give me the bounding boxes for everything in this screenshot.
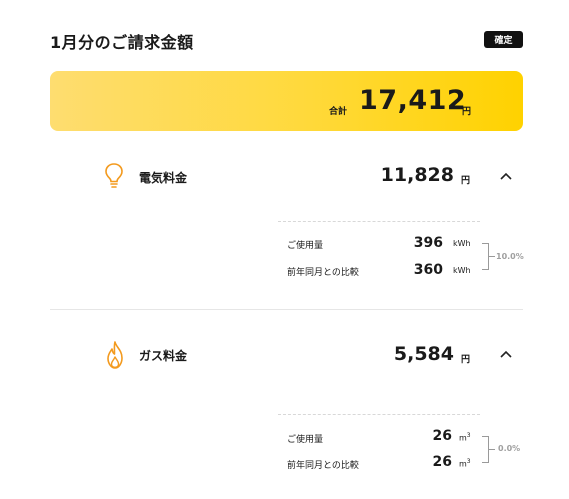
gas-title: ガス料金 <box>139 349 188 363</box>
total-banner: 合計 17,412 円 <box>50 71 523 131</box>
section-divider <box>50 309 523 310</box>
electricity-usage-unit: kWh <box>453 239 471 248</box>
electricity-prev-unit: kWh <box>453 266 471 275</box>
electricity-usage-value: 396 <box>413 235 443 251</box>
gas-compare-bracket <box>482 436 489 463</box>
electricity-amount-unit: 円 <box>461 176 471 186</box>
lightbulb-icon <box>104 162 124 194</box>
gas-usage-value: 26 <box>432 428 452 444</box>
total-unit: 円 <box>462 107 472 117</box>
chevron-up-icon <box>500 172 512 180</box>
gas-prev-label: 前年同月との比較 <box>287 461 359 471</box>
total-label: 合計 <box>329 107 348 117</box>
electricity-amount: 11,828 <box>380 164 454 186</box>
page-title: 1月分のご請求金額 <box>50 33 194 52</box>
electricity-detail-divider <box>278 221 480 222</box>
gas-usage-unit: m3 <box>459 432 471 443</box>
electricity-prev-label: 前年同月との比較 <box>287 268 359 278</box>
gas-change-percent: 0.0% <box>498 444 521 453</box>
total-value: 17,412 <box>359 85 467 116</box>
status-badge: 確定 <box>484 31 523 48</box>
electricity-change-percent: 10.0% <box>496 252 524 261</box>
gas-amount: 5,584 <box>393 343 454 365</box>
electricity-compare-bracket <box>482 243 489 270</box>
gas-prev-unit: m3 <box>459 458 471 469</box>
gas-prev-value: 26 <box>432 454 452 470</box>
chevron-up-icon <box>500 350 512 358</box>
flame-icon <box>104 340 126 374</box>
gas-usage-label: ご使用量 <box>287 435 324 445</box>
electricity-prev-value: 360 <box>413 262 443 278</box>
electricity-usage-label: ご使用量 <box>287 241 324 251</box>
gas-detail-divider <box>278 414 480 415</box>
gas-amount-unit: 円 <box>461 355 471 365</box>
electricity-toggle-button[interactable] <box>498 170 514 182</box>
electricity-title: 電気料金 <box>139 171 188 185</box>
gas-toggle-button[interactable] <box>498 348 514 360</box>
